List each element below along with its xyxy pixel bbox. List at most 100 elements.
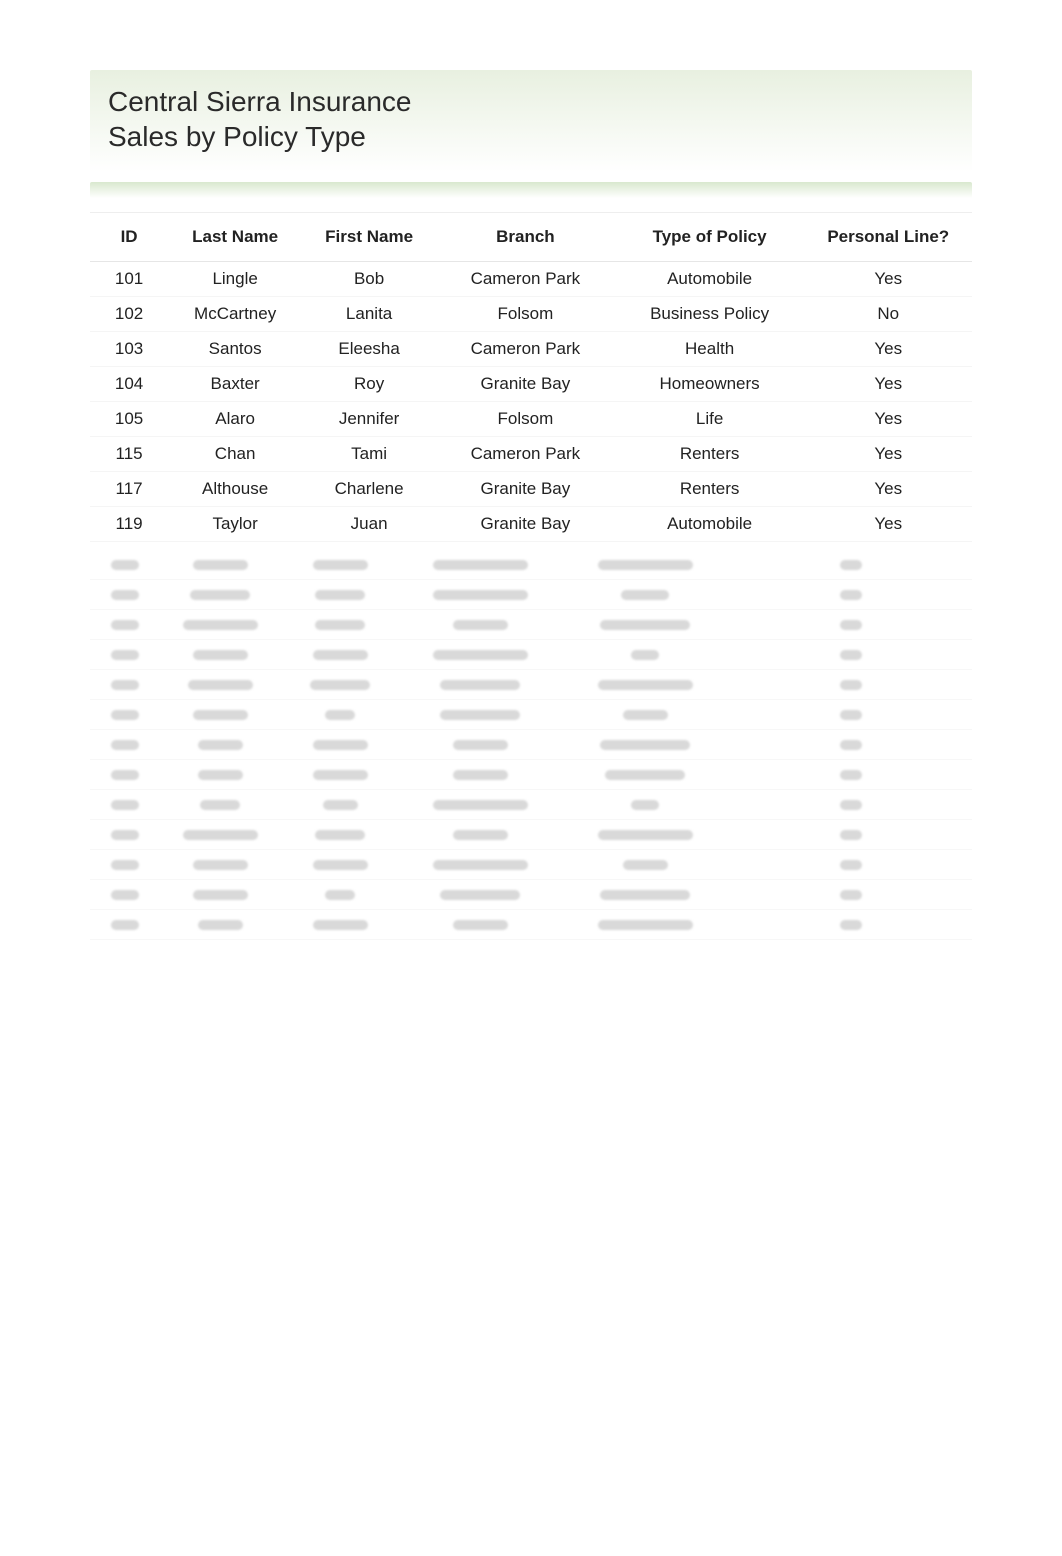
blurred-cell <box>90 590 160 600</box>
blur-placeholder <box>198 740 243 750</box>
data-table: ID Last Name First Name Branch Type of P… <box>90 213 972 542</box>
blur-placeholder <box>183 620 258 630</box>
blur-placeholder <box>840 860 862 870</box>
blurred-cell <box>90 620 160 630</box>
blurred-cell <box>560 800 730 810</box>
cell-branch: Granite Bay <box>436 367 615 402</box>
cell-lastname: Baxter <box>168 367 302 402</box>
blurred-cell <box>560 620 730 630</box>
col-header-lastname: Last Name <box>168 213 302 262</box>
cell-policy: Automobile <box>615 507 805 542</box>
blur-placeholder <box>623 860 668 870</box>
blurred-cell <box>560 830 730 840</box>
blurred-cell <box>560 920 730 930</box>
blur-placeholder <box>598 560 693 570</box>
blurred-cell <box>280 800 400 810</box>
blurred-cell <box>280 830 400 840</box>
blurred-row <box>90 730 972 760</box>
table-row: 103SantosEleeshaCameron ParkHealthYes <box>90 332 972 367</box>
blur-placeholder <box>310 680 370 690</box>
blur-placeholder <box>315 620 365 630</box>
blurred-row <box>90 850 972 880</box>
cell-lastname: Lingle <box>168 262 302 297</box>
blur-placeholder <box>313 920 368 930</box>
table-row: 105AlaroJenniferFolsomLifeYes <box>90 402 972 437</box>
blur-placeholder <box>111 770 139 780</box>
blurred-cell <box>280 620 400 630</box>
blur-placeholder <box>840 650 862 660</box>
blur-placeholder <box>315 830 365 840</box>
blurred-cell <box>160 800 280 810</box>
blur-placeholder <box>840 740 862 750</box>
blur-placeholder <box>188 680 253 690</box>
blurred-cell <box>730 680 972 690</box>
blurred-row <box>90 610 972 640</box>
blur-placeholder <box>840 560 862 570</box>
blurred-cell <box>730 920 972 930</box>
blur-placeholder <box>111 680 139 690</box>
blurred-cell <box>90 920 160 930</box>
blur-placeholder <box>840 830 862 840</box>
blurred-cell <box>160 710 280 720</box>
blurred-cell <box>730 590 972 600</box>
blurred-row <box>90 880 972 910</box>
cell-policy: Life <box>615 402 805 437</box>
blurred-cell <box>400 650 560 660</box>
blurred-cell <box>160 590 280 600</box>
table-row: 117AlthouseCharleneGranite BayRentersYes <box>90 472 972 507</box>
blurred-cell <box>160 860 280 870</box>
blur-placeholder <box>190 590 250 600</box>
data-table-container: ID Last Name First Name Branch Type of P… <box>90 212 972 940</box>
blurred-cell <box>730 830 972 840</box>
blurred-cell <box>730 800 972 810</box>
cell-firstname: Jennifer <box>302 402 436 437</box>
blurred-cell <box>280 770 400 780</box>
blurred-cell <box>280 860 400 870</box>
blurred-cell <box>730 770 972 780</box>
blurred-cell <box>400 590 560 600</box>
blurred-cell <box>560 890 730 900</box>
cell-policy: Automobile <box>615 262 805 297</box>
blurred-cell <box>400 680 560 690</box>
blur-placeholder <box>840 770 862 780</box>
cell-branch: Folsom <box>436 297 615 332</box>
cell-policy: Health <box>615 332 805 367</box>
blur-placeholder <box>840 710 862 720</box>
blurred-cell <box>400 830 560 840</box>
cell-firstname: Charlene <box>302 472 436 507</box>
blur-placeholder <box>313 560 368 570</box>
blur-placeholder <box>840 620 862 630</box>
col-header-policy: Type of Policy <box>615 213 805 262</box>
blurred-cell <box>400 560 560 570</box>
blur-placeholder <box>840 590 862 600</box>
blur-placeholder <box>183 830 258 840</box>
blurred-row <box>90 820 972 850</box>
blur-placeholder <box>433 650 528 660</box>
cell-id: 103 <box>90 332 168 367</box>
blur-placeholder <box>840 800 862 810</box>
cell-id: 115 <box>90 437 168 472</box>
blurred-cell <box>560 860 730 870</box>
blur-placeholder <box>433 590 528 600</box>
table-row: 115ChanTamiCameron ParkRentersYes <box>90 437 972 472</box>
blurred-cell <box>160 620 280 630</box>
blurred-cell <box>400 890 560 900</box>
blurred-cell <box>280 590 400 600</box>
blurred-cell <box>160 830 280 840</box>
blurred-row <box>90 700 972 730</box>
blurred-cell <box>90 830 160 840</box>
cell-branch: Folsom <box>436 402 615 437</box>
blurred-cell <box>400 620 560 630</box>
blur-placeholder <box>600 620 690 630</box>
cell-lastname: Taylor <box>168 507 302 542</box>
blur-placeholder <box>325 710 355 720</box>
blurred-cell <box>90 860 160 870</box>
blur-placeholder <box>440 890 520 900</box>
blur-placeholder <box>111 860 139 870</box>
col-header-firstname: First Name <box>302 213 436 262</box>
blur-placeholder <box>193 650 248 660</box>
blur-placeholder <box>193 710 248 720</box>
table-header-row: ID Last Name First Name Branch Type of P… <box>90 213 972 262</box>
cell-branch: Cameron Park <box>436 437 615 472</box>
col-header-personal: Personal Line? <box>805 213 973 262</box>
